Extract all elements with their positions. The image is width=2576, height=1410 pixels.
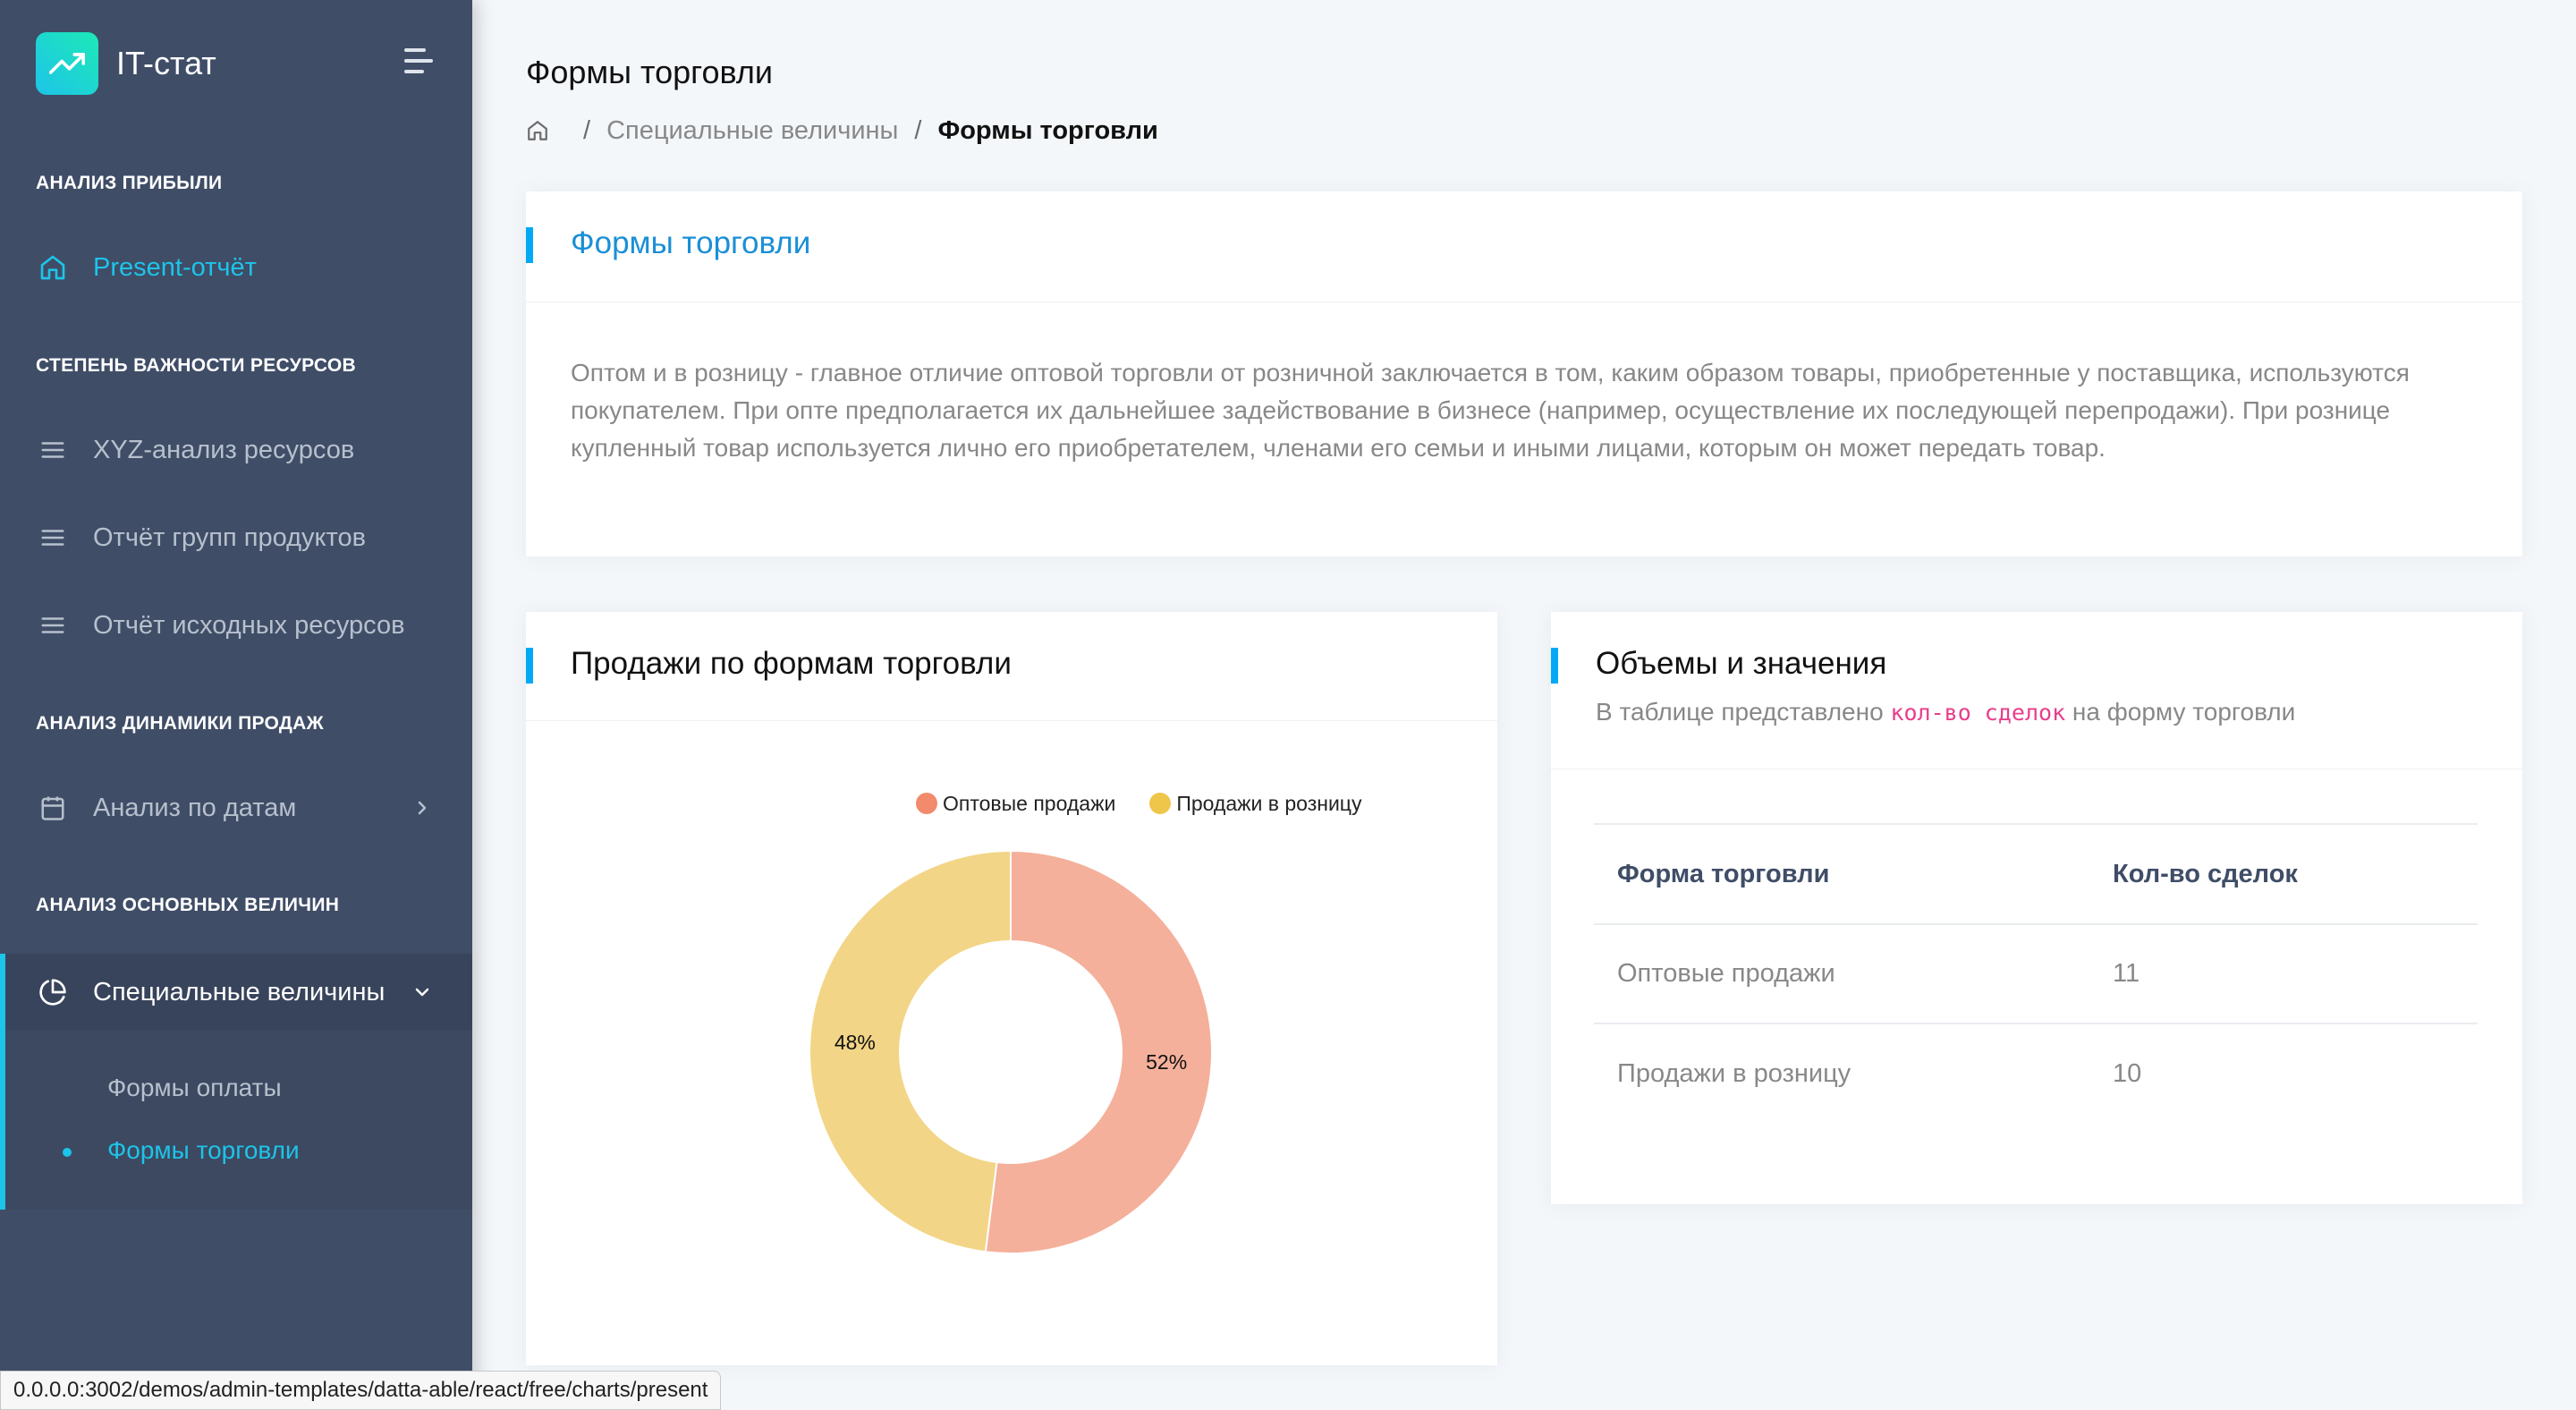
section-caption: Анализ прибыли (36, 173, 223, 193)
subtitle-code: кол-во сделок (1890, 700, 2066, 726)
status-bar-url: 0.0.0.0:3002/demos/admin-templates/datta… (0, 1371, 722, 1410)
table-cell: Оптовые продажи (1594, 924, 2089, 1024)
table-row: Оптовые продажи 11 (1594, 924, 2478, 1024)
calendar-icon (38, 793, 68, 823)
nav-item-xyz-analysis[interactable]: XYZ-анализ ресурсов (0, 406, 472, 494)
submenu (0, 1031, 472, 1210)
chevron-down-icon (415, 988, 429, 997)
column-header: Форма торговли (1594, 823, 2089, 925)
breadcrumb-separator: / (583, 115, 591, 145)
slice-label: 48% (835, 1031, 876, 1054)
active-indicator (0, 954, 5, 1210)
breadcrumb: / Специальные величины / Формы торговли (526, 113, 1158, 149)
menu-toggle-icon[interactable] (404, 47, 436, 75)
home-icon (38, 252, 68, 283)
card-header (526, 191, 2522, 302)
breadcrumb-current: Формы торговли (937, 115, 1158, 145)
table-cell: Продажи в розницу (1617, 1058, 1852, 1088)
nav-item-present-report[interactable]: Present-отчёт (0, 224, 472, 311)
active-dot (63, 1148, 72, 1157)
nav-item-label: XYZ-анализ ресурсов (93, 435, 355, 464)
legend-marker (1149, 793, 1172, 814)
card-header (1551, 612, 2522, 769)
section-caption: Анализ динамики продаж (36, 713, 324, 734)
legend-label[interactable]: Продажи в розницу (1176, 792, 1361, 816)
nav-item-source-resources[interactable]: Отчёт исходных ресурсов (0, 582, 472, 669)
donut-chart: 52% 48% (809, 849, 1213, 1254)
breadcrumb-link[interactable]: Специальные величины (606, 116, 898, 146)
card-accent (526, 227, 533, 263)
home-icon[interactable] (526, 119, 549, 142)
nav-item-label: Анализ по датам (93, 793, 297, 822)
subtitle-text: на форму торговли (2072, 698, 2296, 726)
description-text: Оптом и в розницу - главное отличие опто… (571, 359, 2410, 462)
submenu-item-payment-forms[interactable]: Формы оплаты (107, 1074, 282, 1102)
nav-item-date-analysis[interactable]: Анализ по датам (0, 764, 472, 852)
intro-card: Формы торговли Оптом и в розницу - главн… (526, 191, 2522, 556)
subtitle-text: В таблице представлено (1596, 698, 1884, 726)
nav-item-label: Present-отчёт (93, 252, 257, 282)
menu-icon (38, 610, 68, 641)
card-title: Продажи по формам торговли (571, 646, 1012, 681)
chevron-right-icon (418, 801, 427, 815)
table-cell: 10 (2113, 1058, 2142, 1088)
card-title: Объемы и значения (1596, 646, 1887, 681)
card-accent (1551, 648, 1558, 684)
section-caption: Анализ основных величин (36, 895, 340, 915)
table-header-row: Форма торговли Кол-во сделок (1594, 823, 2478, 925)
slice-label: 52% (1146, 1050, 1187, 1074)
breadcrumb-separator: / (914, 115, 922, 145)
nav-item-product-groups[interactable]: Отчёт групп продуктов (0, 494, 472, 582)
table-cell: 11 (2089, 924, 2478, 1024)
card-subtitle: В таблице представлено кол-во сделок на … (1596, 698, 2295, 726)
nav-item-label: Специальные величины (93, 977, 386, 1007)
card-title: Формы торговли (571, 225, 811, 260)
sidebar: IT-стат Анализ прибыли Present-отчёт Сте… (0, 0, 472, 1410)
brand[interactable]: IT-стат (36, 32, 216, 95)
chart-legend: Оптовые продажи Продажи в розницу (916, 786, 1361, 821)
legend-label[interactable]: Оптовые продажи (943, 792, 1115, 816)
page-title: Формы торговли (526, 54, 773, 90)
trending-up-icon (36, 32, 98, 95)
brand-name: IT-стат (116, 45, 216, 81)
card-accent (526, 648, 533, 684)
submenu-item-trade-forms[interactable]: Формы торговли (107, 1136, 300, 1165)
menu-icon (38, 435, 68, 465)
legend-marker (916, 793, 937, 814)
section-caption: Степень важности ресурсов (36, 355, 356, 376)
nav-item-label: Отчёт исходных ресурсов (93, 610, 405, 640)
nav-item-label: Отчёт групп продуктов (93, 522, 367, 552)
menu-icon (38, 522, 68, 553)
nav-item-special-values[interactable]: Специальные величины (0, 954, 472, 1031)
data-table: Форма торговли Кол-во сделок Оптовые про… (1594, 823, 2478, 1123)
column-header: Кол-во сделок (2089, 823, 2478, 925)
table-row: Продажи в розницу 10 (1594, 1024, 2478, 1123)
pie-chart-icon (38, 977, 68, 1007)
